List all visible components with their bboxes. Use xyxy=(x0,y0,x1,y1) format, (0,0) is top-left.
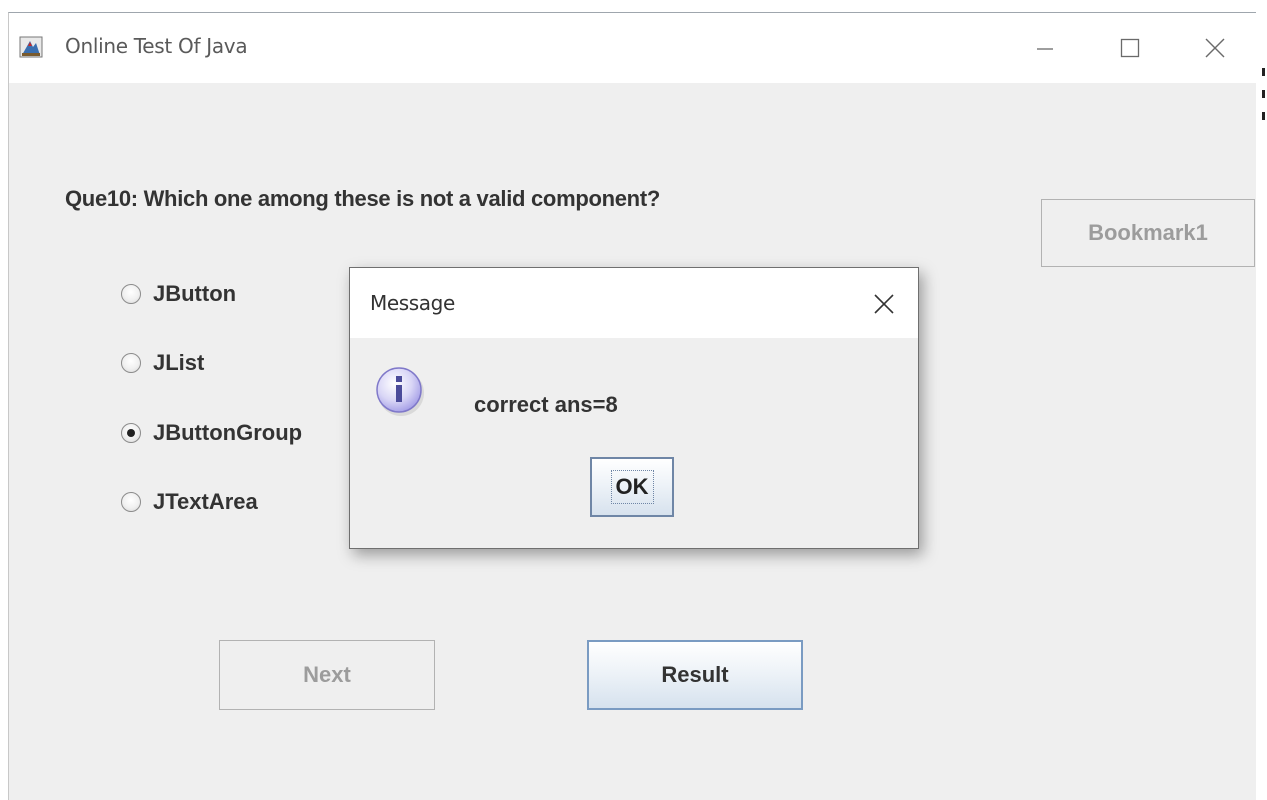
option-jtextarea[interactable]: JTextArea xyxy=(119,489,258,515)
close-button[interactable] xyxy=(1191,27,1239,69)
radio-button[interactable] xyxy=(121,284,141,304)
option-label: JTextArea xyxy=(153,489,258,514)
main-window: Online Test Of Java Que10: Which one amo… xyxy=(8,12,1256,800)
dialog-title: Message xyxy=(370,291,455,315)
desktop-background xyxy=(0,0,1267,12)
option-jbutton[interactable]: JButton xyxy=(119,281,236,307)
option-label: JList xyxy=(153,350,205,375)
next-button[interactable]: Next xyxy=(219,640,435,710)
close-icon xyxy=(1205,38,1225,58)
window-titlebar[interactable]: Online Test Of Java xyxy=(9,13,1256,83)
maximize-icon xyxy=(1120,38,1140,58)
option-label: JButtonGroup xyxy=(153,420,303,445)
question-text: Que10: Which one among these is not a va… xyxy=(65,186,660,211)
maximize-button[interactable] xyxy=(1106,27,1154,69)
message-dialog: Message correct ans=8 OK xyxy=(349,267,919,549)
radio-button[interactable] xyxy=(121,492,141,512)
close-icon xyxy=(874,294,894,314)
result-button[interactable]: Result xyxy=(587,640,803,710)
ok-label: OK xyxy=(610,470,654,504)
radio-button[interactable] xyxy=(121,353,141,373)
option-jlist[interactable]: JList xyxy=(119,350,204,376)
dialog-message: correct ans=8 xyxy=(474,392,618,417)
dialog-titlebar[interactable]: Message xyxy=(350,268,918,338)
minimize-button[interactable] xyxy=(1021,27,1069,69)
ok-button[interactable]: OK xyxy=(590,457,674,517)
bookmark-button[interactable]: Bookmark1 xyxy=(1041,199,1255,267)
minimize-icon xyxy=(1037,48,1053,50)
dialog-close-button[interactable] xyxy=(866,286,902,322)
window-title: Online Test Of Java xyxy=(65,34,248,58)
background-window-edge xyxy=(1262,68,1265,130)
option-label: JButton xyxy=(153,281,237,306)
info-icon xyxy=(376,367,424,416)
option-jbuttongroup[interactable]: JButtonGroup xyxy=(119,420,302,446)
java-app-icon xyxy=(19,36,43,58)
radio-button-selected[interactable] xyxy=(121,423,141,443)
